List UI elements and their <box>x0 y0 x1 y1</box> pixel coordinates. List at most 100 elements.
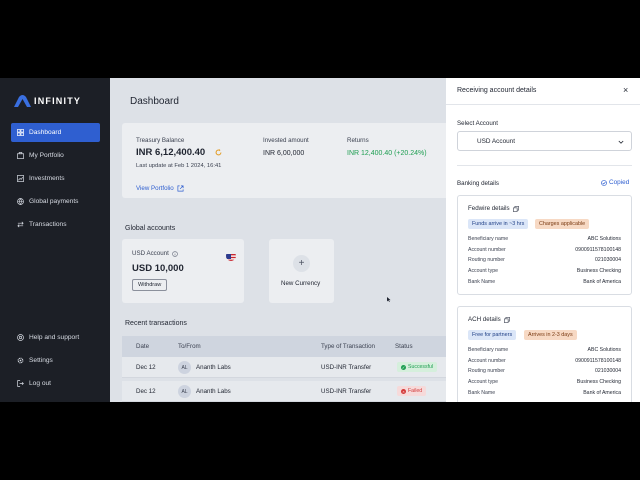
x-icon: × <box>401 388 406 394</box>
close-icon[interactable]: × <box>623 85 628 95</box>
kv-label: Beneficiary name <box>468 236 509 242</box>
ach-title-text: ACH details <box>468 316 501 323</box>
logo: INFINITY <box>14 95 81 107</box>
status-badge: × Failed <box>397 386 427 396</box>
usd-account-card[interactable]: USD Account USD 10,000 <box>122 239 244 303</box>
returns-label: Returns <box>347 137 369 144</box>
invested-value: INR 6,00,000 <box>263 150 305 157</box>
logout-icon <box>17 380 24 387</box>
portfolio-icon <box>17 152 24 159</box>
sidebar-item-settings[interactable]: Settings <box>11 351 100 370</box>
sidebar-item-label: Log out <box>29 380 51 387</box>
treasury-balance-value: INR 6,12,400.40 <box>136 147 206 158</box>
check-icon: ✓ <box>401 364 406 370</box>
kv-value: 021030004 <box>595 368 621 374</box>
ach-card: ACH details Free for partners Arrives in… <box>457 306 632 402</box>
kv-label: Routing number <box>468 368 505 374</box>
kv-label: Beneficiary name <box>468 347 509 353</box>
us-flag-icon <box>226 251 236 261</box>
copied-indicator[interactable]: Copied <box>601 179 629 186</box>
kv-label: Bank Name <box>468 279 496 285</box>
transfer-icon <box>17 221 24 228</box>
ach-title: ACH details <box>468 316 510 323</box>
kv-value: ABC Solutions <box>587 347 621 353</box>
kv-label: Account number <box>468 247 506 253</box>
account-select[interactable]: USD Account <box>457 131 632 151</box>
copy-icon[interactable] <box>512 205 519 212</box>
sidebar-item-label: Help and support <box>29 334 80 341</box>
usd-account-balance: USD 10,000 <box>132 263 184 274</box>
panel-title: Receiving account details <box>457 87 537 94</box>
kv-value: Bank of America <box>583 390 621 396</box>
status-text: Failed <box>408 388 423 394</box>
gear-icon <box>17 357 24 364</box>
new-currency-card[interactable]: + New Currency <box>269 239 334 303</box>
usd-account-name-text: USD Account <box>132 250 169 257</box>
kv-label: Bank Name <box>468 390 496 396</box>
app-window: INFINITY Dashboard My Portfolio Investme… <box>0 78 640 402</box>
sidebar-item-global-payments[interactable]: Global payments <box>11 192 100 211</box>
row-type: USD-INR Transfer <box>321 388 372 395</box>
kv-value: ABC Solutions <box>587 236 621 242</box>
avatar: AL <box>178 361 191 374</box>
treasury-card: Treasury Balance INR 6,12,400.40 Last up… <box>122 123 452 198</box>
kv-value: Bank of America <box>583 279 621 285</box>
copied-label: Copied <box>609 179 630 186</box>
logo-text: INFINITY <box>34 96 82 106</box>
sidebar-item-label: Investments <box>29 175 65 182</box>
treasury-balance-label: Treasury Balance <box>136 137 185 144</box>
fedwire-tag-speed: Funds arrive in ~3 hrs <box>468 219 529 229</box>
main-content: Dashboard Treasury Balance INR 6,12,400.… <box>110 78 452 402</box>
table-row[interactable]: Dec 12 AL Ananth Labs USD-INR Transfer ✓… <box>122 357 452 378</box>
info-icon[interactable] <box>172 250 178 257</box>
kv-label: Account type <box>468 268 498 274</box>
sidebar-item-transactions[interactable]: Transactions <box>11 215 100 234</box>
fedwire-title: Fedwire details <box>468 205 519 212</box>
withdraw-button[interactable]: Withdraw <box>132 279 168 291</box>
returns-value: INR 12,400.40 (+20.24%) <box>347 150 427 157</box>
refresh-icon[interactable] <box>215 149 222 156</box>
kv-value: Business Checking <box>576 268 621 274</box>
kv-label: Routing number <box>468 257 505 263</box>
global-accounts-title: Global accounts <box>125 225 176 232</box>
globe-icon <box>17 198 24 205</box>
us-flag-icon <box>463 136 473 146</box>
sidebar-item-label: My Portfolio <box>29 152 64 159</box>
invested-label: Invested amount <box>263 137 309 144</box>
view-portfolio-label: View Portfolio <box>136 185 174 192</box>
table-row[interactable]: Dec 12 AL Ananth Labs USD-INR Transfer ×… <box>122 381 452 402</box>
sidebar-item-logout[interactable]: Log out <box>11 374 100 393</box>
view-portfolio-link[interactable]: View Portfolio <box>136 185 184 192</box>
row-date: Dec 12 <box>136 388 156 395</box>
new-currency-label: New Currency <box>281 280 321 287</box>
select-account-label: Select Account <box>457 120 498 127</box>
fedwire-title-text: Fedwire details <box>468 205 510 212</box>
check-circle-icon <box>601 179 607 186</box>
receiving-account-panel: Receiving account details × Select Accou… <box>446 78 640 402</box>
row-type: USD-INR Transfer <box>321 364 372 371</box>
column-header-status: Status <box>395 343 413 350</box>
ach-tag-free: Free for partners <box>468 330 517 340</box>
divider <box>457 165 632 166</box>
mouse-cursor-icon <box>387 297 391 302</box>
fedwire-card: Fedwire details Funds arrive in ~3 hrs C… <box>457 195 632 295</box>
ach-tag-arrival: Arrives in 2-3 days <box>524 330 577 340</box>
transactions-table-header: Date To/From Type of Transaction Status <box>122 336 452 357</box>
avatar: AL <box>178 385 191 398</box>
sidebar-item-help[interactable]: Help and support <box>11 328 100 347</box>
row-name: Ananth Labs <box>196 388 231 395</box>
dashboard-icon <box>17 129 24 136</box>
status-text: Successful <box>408 364 434 370</box>
sidebar-item-dashboard[interactable]: Dashboard <box>11 123 100 142</box>
sidebar-item-label: Transactions <box>29 221 67 228</box>
copy-icon[interactable] <box>503 316 510 323</box>
sidebar-item-label: Dashboard <box>29 129 62 136</box>
row-name: Ananth Labs <box>196 364 231 371</box>
kv-value: 021030004 <box>595 257 621 263</box>
help-icon <box>17 334 24 341</box>
row-date: Dec 12 <box>136 364 156 371</box>
usd-account-name: USD Account <box>132 250 178 257</box>
sidebar-item-my-portfolio[interactable]: My Portfolio <box>11 146 100 165</box>
fedwire-tag-charges: Charges applicable <box>535 219 590 229</box>
sidebar-item-investments[interactable]: Investments <box>11 169 100 188</box>
